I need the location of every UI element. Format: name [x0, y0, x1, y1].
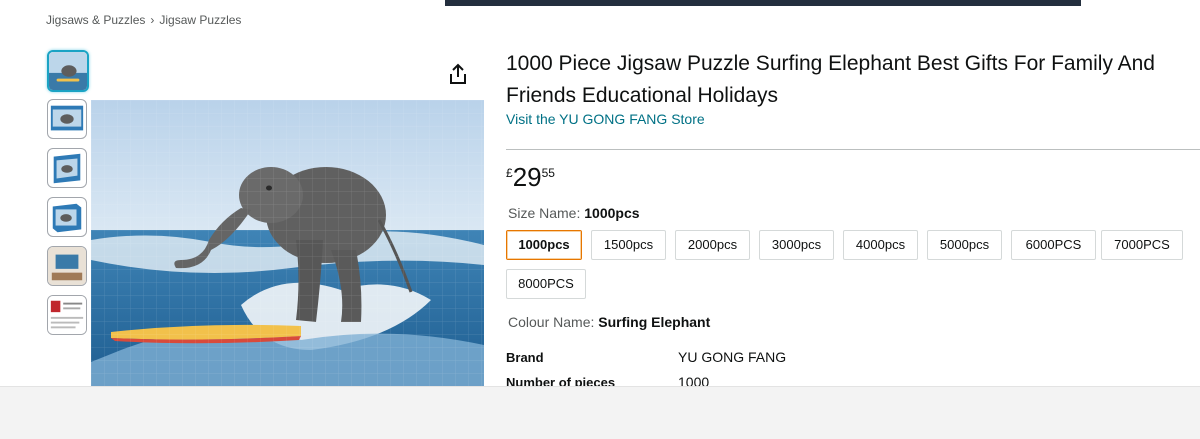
colour-name-value: Surfing Elephant	[598, 314, 711, 330]
thumbnail-box-side-image	[52, 203, 82, 233]
share-icon[interactable]	[447, 63, 469, 85]
thumbnail-5[interactable]	[47, 246, 87, 286]
price-whole: 29	[512, 162, 542, 192]
top-banner	[445, 0, 1081, 6]
breadcrumb-item-jigsaws[interactable]: Jigsaws & Puzzles	[46, 13, 145, 27]
thumbnail-4[interactable]	[47, 197, 87, 237]
size-option-1500pcs[interactable]: 1500pcs	[591, 230, 666, 260]
spec-key-brand: Brand	[506, 350, 544, 365]
breadcrumb: Jigsaws & Puzzles › Jigsaw Puzzles	[46, 13, 241, 27]
breadcrumb-separator: ›	[150, 13, 155, 27]
size-option-8000pcs[interactable]: 8000PCS	[506, 269, 586, 299]
thumbnail-box-image	[50, 105, 84, 131]
thumbnail-2[interactable]	[47, 99, 87, 139]
thumbnail-1[interactable]	[47, 50, 89, 92]
breadcrumb-item-jigsaw-puzzles[interactable]: Jigsaw Puzzles	[159, 13, 241, 27]
thumbnail-box-angle-image	[53, 153, 81, 184]
thumbnail-elephant-image	[49, 52, 87, 90]
product-title: 1000 Piece Jigsaw Puzzle Surfing Elephan…	[506, 52, 1155, 107]
thumbnail-6[interactable]	[47, 295, 87, 335]
size-option-6000pcs[interactable]: 6000PCS	[1011, 230, 1096, 260]
size-option-7000pcs[interactable]: 7000PCS	[1101, 230, 1183, 260]
size-name-row: Size Name: 1000pcs	[508, 205, 640, 221]
price: £2955	[506, 162, 555, 193]
thumbnail-info-image	[48, 296, 86, 334]
size-option-5000pcs[interactable]: 5000pcs	[927, 230, 1002, 260]
thumbnail-3[interactable]	[47, 148, 87, 188]
store-link[interactable]: Visit the YU GONG FANG Store	[506, 111, 705, 127]
price-currency: £	[506, 166, 513, 180]
spec-value-brand: YU GONG FANG	[678, 349, 787, 365]
size-option-4000pcs[interactable]: 4000pcs	[843, 230, 918, 260]
size-option-2000pcs[interactable]: 2000pcs	[675, 230, 750, 260]
price-fraction: 55	[541, 166, 555, 180]
thumbnail-room-image	[48, 247, 86, 285]
divider	[506, 149, 1200, 150]
size-name-value: 1000pcs	[584, 205, 640, 221]
bottom-overlay-bar	[0, 386, 1200, 439]
colour-name-row: Colour Name: Surfing Elephant	[508, 314, 710, 330]
size-option-3000pcs[interactable]: 3000pcs	[759, 230, 834, 260]
colour-name-label: Colour Name:	[508, 314, 595, 330]
main-product-image[interactable]	[91, 100, 484, 390]
size-option-1000pcs[interactable]: 1000pcs	[506, 230, 582, 260]
size-name-label: Size Name:	[508, 205, 581, 221]
